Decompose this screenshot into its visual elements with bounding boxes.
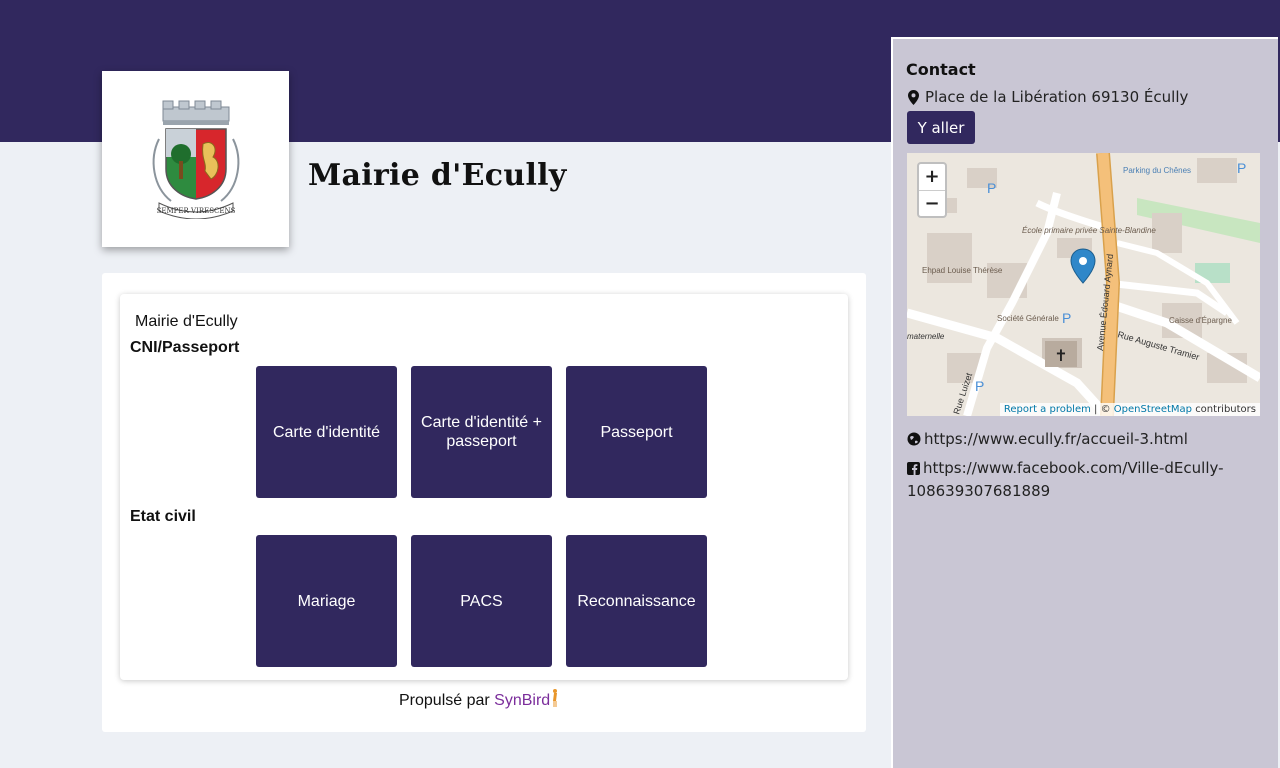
address-text: Place de la Libération 69130 Écully [925, 88, 1189, 106]
osm-link[interactable]: OpenStreetMap [1114, 404, 1192, 415]
contact-title: Contact [906, 60, 976, 79]
directions-button[interactable]: Y aller [907, 111, 975, 144]
tile-reconnaissance[interactable]: Reconnaissance [566, 535, 707, 667]
map-label-school: École primaire privée Sainte-Blandine [1022, 226, 1156, 235]
tile-mariage[interactable]: Mariage [256, 535, 397, 667]
contact-address: Place de la Libération 69130 Écully [908, 88, 1188, 106]
section-title-cni: CNI/Passeport [130, 339, 240, 356]
synbird-bird-icon [550, 688, 559, 713]
map-label-maternelle: maternelle [907, 332, 945, 341]
tile-carte-identite[interactable]: Carte d'identité [256, 366, 397, 498]
map-label-caisse: Caisse d'Épargne [1169, 316, 1232, 325]
powered-by: Propulsé par SynBird [399, 688, 559, 713]
location-map[interactable]: ✝ P P P P Parking du Chênes École primai… [907, 153, 1260, 416]
map-tiles: ✝ P P P P Parking du Chênes École primai… [907, 153, 1260, 416]
powered-prefix: Propulsé par [399, 692, 490, 709]
section-title-etat-civil: Etat civil [130, 508, 196, 525]
zoom-in-button[interactable]: + [919, 164, 945, 191]
facebook-link-row: https://www.facebook.com/Ville-dEcully-1… [907, 458, 1257, 502]
map-attribution: Report a problem | © OpenStreetMap contr… [999, 403, 1260, 416]
website-link[interactable]: https://www.ecully.fr/accueil-3.html [924, 430, 1188, 448]
coat-of-arms-logo: SEMPER VIRESCENS [152, 100, 239, 219]
website-link-row: https://www.ecully.fr/accueil-3.html [907, 429, 1257, 452]
map-marker-icon [908, 89, 919, 105]
logo-motto: SEMPER VIRESCENS [156, 207, 235, 215]
zoom-out-button[interactable]: − [919, 191, 945, 217]
svg-text:P: P [1237, 160, 1246, 176]
facebook-link[interactable]: https://www.facebook.com/Ville-dEcully-1… [907, 459, 1224, 500]
map-label-parking: Parking du Chênes [1123, 166, 1191, 175]
synbird-link[interactable]: SynBird [494, 692, 550, 709]
svg-text:P: P [1062, 310, 1071, 326]
facebook-icon [907, 460, 920, 481]
page-title: Mairie d'Ecully [308, 158, 567, 193]
widget-title: Mairie d'Ecully [135, 313, 238, 330]
tile-pacs[interactable]: PACS [411, 535, 552, 667]
map-label-societe: Société Générale [997, 314, 1059, 323]
svg-text:P: P [987, 180, 996, 196]
map-zoom-control: + − [917, 162, 947, 218]
report-problem-link[interactable]: Report a problem [1004, 404, 1091, 415]
svg-text:✝: ✝ [1054, 348, 1067, 365]
tile-passeport[interactable]: Passeport [566, 366, 707, 498]
logo-card: SEMPER VIRESCENS [102, 71, 289, 247]
svg-text:P: P [975, 378, 984, 394]
tile-carte-identite-passeport[interactable]: Carte d'identité + passeport [411, 366, 552, 498]
globe-icon [907, 431, 921, 452]
map-label-ehpad: Ehpad Louise Thérèse [922, 266, 1003, 275]
